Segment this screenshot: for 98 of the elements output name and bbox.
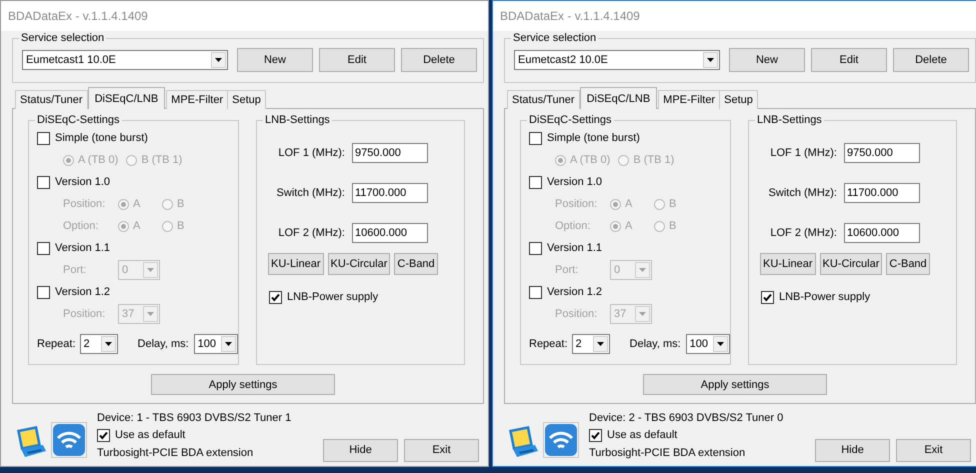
delete-button[interactable]: Delete (401, 48, 477, 72)
window-title: BDADataEx - v.1.1.4.1409 (8, 9, 148, 23)
field-label: LOF 1 (MHz): (770, 147, 837, 159)
edit-button[interactable]: Edit (811, 48, 887, 72)
dropdown-arrow-icon (224, 342, 232, 346)
preset-button[interactable]: KU-Circular (328, 253, 390, 275)
checkbox[interactable]: Version 1.2 (529, 281, 730, 303)
input-field[interactable]: 9750.000 (844, 143, 920, 163)
preset-button[interactable]: KU-Linear (268, 253, 324, 275)
device-label: Device: 2 - TBS 6903 DVBS/S2 Tuner 0 (589, 412, 784, 424)
checkmark-icon (762, 292, 773, 302)
checkbox[interactable]: Use as default (97, 426, 292, 444)
field-label: Repeat: (529, 338, 568, 350)
exit-button[interactable]: Exit (896, 438, 971, 462)
dropdown-arrow-icon (147, 268, 154, 272)
checkbox[interactable]: LNB-Power supply (269, 286, 464, 308)
service-dropdown[interactable]: Eumetcast2 10.0E (514, 50, 720, 70)
checkbox[interactable]: Version 1.1 (529, 237, 730, 259)
apply-button[interactable]: Apply settings (643, 374, 827, 395)
checkbox[interactable]: Version 1.1 (37, 237, 238, 259)
new-button[interactable]: New (237, 48, 313, 72)
checkbox[interactable]: Use as default (589, 426, 784, 444)
group-title: Service selection (512, 31, 598, 45)
checkmark-icon (270, 292, 281, 302)
preset-button[interactable]: C-Band (394, 253, 438, 275)
tab[interactable]: Status/Tuner (507, 90, 580, 109)
field-label: Delay, ms: (138, 338, 189, 350)
wifi-icon (543, 422, 579, 458)
delay-dropdown[interactable]: 100 (194, 334, 238, 354)
group-title: DiSEqC-Settings (528, 113, 613, 127)
dropdown-arrow-icon (596, 342, 604, 346)
checkbox[interactable]: Simple (tone burst) (529, 127, 730, 149)
dropdown-arrow-icon (639, 312, 646, 316)
checkmark-icon (590, 430, 601, 440)
checkbox[interactable]: LNB-Power supply (761, 286, 956, 308)
field-label: LOF 1 (MHz): (278, 147, 345, 159)
group-title: LNB-Settings (756, 113, 823, 127)
field-label: Position: (63, 198, 106, 210)
field-label: Option: (63, 220, 100, 232)
input-field[interactable]: 10600.000 (844, 223, 920, 243)
wifi-icon (51, 422, 87, 458)
edit-button[interactable]: Edit (319, 48, 395, 72)
field-label: Repeat: (37, 338, 76, 350)
repeat-dropdown[interactable]: 2 (572, 334, 610, 354)
repeat-dropdown[interactable]: 2 (80, 334, 118, 354)
dropdown-arrow-icon (639, 268, 646, 272)
input-field[interactable]: 10600.000 (352, 223, 428, 243)
field-label: Position: (555, 308, 598, 320)
preset-button[interactable]: C-Band (886, 253, 930, 275)
exit-button[interactable]: Exit (404, 438, 479, 462)
input-field[interactable]: 11700.000 (844, 183, 920, 203)
field-label: LOF 2 (MHz): (278, 227, 345, 239)
apply-button[interactable]: Apply settings (151, 374, 335, 395)
group-title: Service selection (20, 31, 106, 45)
new-button[interactable]: New (729, 48, 805, 72)
field-label: Position: (555, 198, 598, 210)
tab[interactable]: MPE-Filter (658, 90, 720, 109)
field-label: LOF 2 (MHz): (770, 227, 837, 239)
extension-label: Turbosight-PCIE BDA extension (589, 446, 746, 458)
input-field[interactable]: 11700.000 (352, 183, 428, 203)
checkbox[interactable]: Version 1.0 (37, 171, 238, 193)
tab[interactable]: Status/Tuner (15, 90, 88, 109)
input-field[interactable]: 9750.000 (352, 143, 428, 163)
dropdown-arrow-icon (716, 342, 724, 346)
service-dropdown[interactable]: Eumetcast1 10.0E (22, 50, 228, 70)
dropdown-arrow-icon (215, 58, 222, 62)
checkbox[interactable]: Version 1.2 (37, 281, 238, 303)
hide-button[interactable]: Hide (815, 438, 890, 462)
extension-label: Turbosight-PCIE BDA extension (97, 446, 254, 458)
dropdown-arrow-icon (707, 58, 714, 62)
field-label: Switch (MHz): (768, 187, 837, 199)
group-title: LNB-Settings (264, 113, 331, 127)
field-label: Switch (MHz): (276, 187, 345, 199)
checkbox[interactable]: Simple (tone burst) (37, 127, 238, 149)
field-label: Option: (555, 220, 592, 232)
dropdown-arrow-icon (104, 342, 112, 346)
field-label: Port: (555, 264, 580, 276)
tab[interactable]: DiSEqC/LNB (580, 87, 658, 109)
tab[interactable]: MPE-Filter (166, 90, 228, 109)
field-label: Port: (63, 264, 88, 276)
hide-button[interactable]: Hide (323, 438, 398, 462)
checkmark-icon (98, 430, 109, 440)
checkbox[interactable]: Version 1.0 (529, 171, 730, 193)
tab[interactable]: DiSEqC/LNB (88, 87, 166, 109)
field-label: Position: (63, 308, 106, 320)
device-label: Device: 1 - TBS 6903 DVBS/S2 Tuner 1 (97, 412, 292, 424)
tab[interactable]: Setup (719, 90, 758, 109)
computer-icon (15, 424, 47, 458)
delay-dropdown[interactable]: 100 (686, 334, 730, 354)
preset-button[interactable]: KU-Circular (820, 253, 882, 275)
delete-button[interactable]: Delete (893, 48, 969, 72)
preset-button[interactable]: KU-Linear (760, 253, 816, 275)
window-title: BDADataEx - v.1.1.4.1409 (500, 9, 640, 23)
field-label: Delay, ms: (630, 338, 681, 350)
dropdown-arrow-icon (147, 312, 154, 316)
computer-icon (507, 424, 539, 458)
tab[interactable]: Setup (227, 90, 266, 109)
group-title: DiSEqC-Settings (36, 113, 121, 127)
